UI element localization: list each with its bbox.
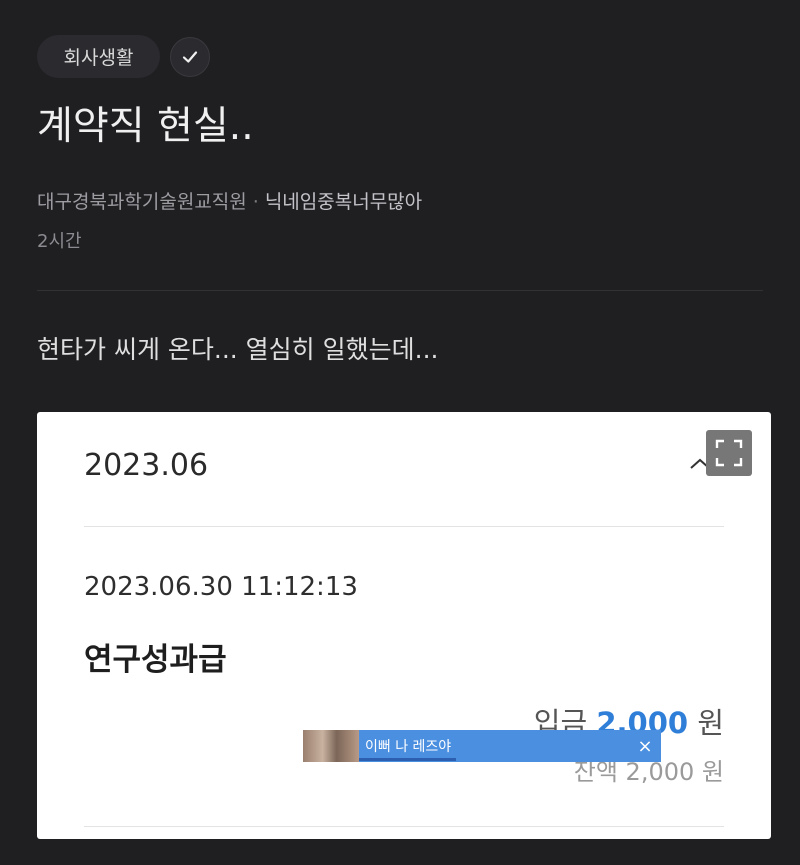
post-title: 계약직 현실..: [37, 104, 254, 149]
author-company[interactable]: 대구경북과학기술원교직원: [37, 191, 247, 213]
post-body: 현타가 씨게 온다... 열심히 일했는데...: [37, 335, 439, 364]
category-tag-label: 회사생활: [63, 47, 134, 69]
divider: [37, 290, 763, 291]
category-tag[interactable]: 회사생활: [37, 35, 160, 78]
post-time: 2시간: [37, 231, 82, 252]
author-nickname[interactable]: 닉네임중복너무많아: [265, 191, 422, 213]
statement-month: 2023.06: [84, 448, 209, 483]
transaction-description: 연구성과급: [84, 642, 227, 678]
meta-separator: ·: [252, 191, 259, 213]
post-meta: 대구경북과학기술원교직원 · 닉네임중복너무많아: [37, 187, 422, 214]
transaction-datetime: 2023.06.30 11:12:13: [84, 572, 358, 602]
ad-text[interactable]: 이뻐 나 레즈야: [365, 736, 633, 756]
statement-divider: [84, 526, 724, 527]
ad-banner[interactable]: 이뻐 나 레즈야 ×: [303, 730, 661, 762]
ad-thumbnail[interactable]: [303, 730, 359, 762]
ad-progress-bar: [359, 758, 456, 761]
deposit-currency: 원: [697, 706, 724, 740]
check-icon: [182, 51, 198, 63]
close-icon[interactable]: ×: [633, 736, 657, 757]
expand-icon: [715, 439, 743, 467]
balance-amount: 2,000: [625, 758, 695, 786]
balance-currency: 원: [701, 758, 724, 786]
statement-divider-bottom: [84, 826, 724, 827]
balance-label: 잔액: [573, 758, 618, 786]
expand-image-button[interactable]: [706, 430, 752, 476]
statement-image: 2023.06 2023.06.30 11:12:13 연구성과급 입금 2,0…: [37, 412, 771, 839]
check-button[interactable]: [170, 37, 210, 77]
